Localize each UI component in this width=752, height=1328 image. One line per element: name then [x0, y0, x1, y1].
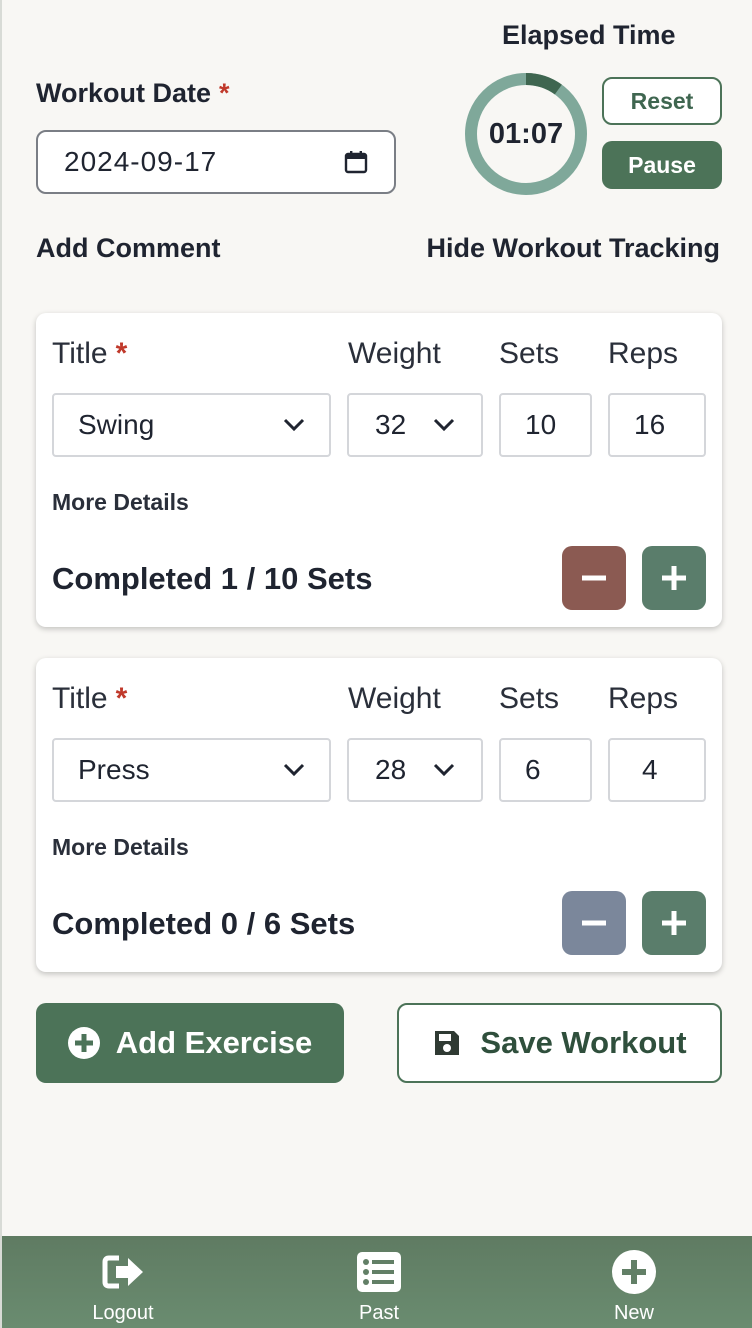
reps-input[interactable]: 16	[608, 393, 706, 457]
sets-input[interactable]: 6	[499, 738, 592, 802]
nav-new[interactable]: New	[574, 1236, 694, 1328]
plus-icon	[662, 911, 686, 935]
increment-set-button[interactable]	[642, 891, 706, 955]
nav-logout[interactable]: Logout	[63, 1236, 183, 1328]
floppy-disk-icon	[435, 1031, 460, 1055]
reps-header: Reps	[608, 682, 679, 715]
logout-icon	[102, 1255, 143, 1289]
add-exercise-button[interactable]: Add Exercise	[36, 1003, 344, 1083]
add-exercise-label: Add Exercise	[115, 1025, 313, 1060]
weight-select[interactable]: 32	[347, 393, 483, 457]
workout-date-label: Workout Date *	[36, 78, 230, 108]
weight-header: Weight	[348, 682, 441, 715]
title-header: Title *	[52, 337, 128, 370]
weight-header: Weight	[348, 337, 441, 370]
required-mark: *	[219, 78, 230, 108]
title-header: Title *	[52, 682, 128, 715]
plus-circle-icon	[612, 1250, 656, 1294]
nav-new-label: New	[613, 1302, 654, 1324]
chevron-down-icon	[283, 763, 305, 777]
minus-icon	[582, 920, 606, 926]
exercise-card: Title * Weight Sets Reps Press 28 6 4 Mor…	[36, 658, 722, 972]
completed-sets-text: Completed 0 / 6 Sets	[52, 906, 356, 941]
reset-button[interactable]: Reset	[602, 77, 722, 125]
reps-input[interactable]: 4	[608, 738, 706, 802]
elapsed-time-label: Elapsed Time	[502, 20, 676, 50]
exercise-card: Title * Weight Sets Reps Swing 32 10 16 M…	[36, 313, 722, 627]
chevron-down-icon	[433, 763, 455, 777]
hide-workout-tracking-link[interactable]: Hide Workout Tracking	[426, 233, 720, 264]
chevron-down-icon	[433, 418, 455, 432]
pause-button[interactable]: Pause	[602, 141, 722, 189]
nav-logout-label: Logout	[92, 1302, 154, 1324]
sets-header: Sets	[499, 682, 560, 715]
plus-icon	[662, 566, 686, 590]
reps-header: Reps	[608, 337, 679, 370]
more-details-link[interactable]: More Details	[52, 489, 189, 516]
save-workout-button[interactable]: Save Workout	[397, 1003, 722, 1083]
increment-set-button[interactable]	[642, 546, 706, 610]
chevron-down-icon	[283, 418, 305, 432]
more-details-link[interactable]: More Details	[52, 834, 189, 861]
nav-past-label: Past	[358, 1302, 400, 1324]
workout-date-value: 2024-09-17	[64, 146, 218, 177]
bottom-nav: Logout Past New	[2, 1236, 752, 1328]
add-comment-link[interactable]: Add Comment	[36, 233, 221, 264]
plus-circle-icon	[67, 1027, 100, 1059]
title-select[interactable]: Press	[52, 738, 331, 802]
timer-display: 01:07	[488, 117, 564, 150]
title-select[interactable]: Swing	[52, 393, 331, 457]
nav-past[interactable]: Past	[319, 1236, 439, 1328]
workout-date-input[interactable]: 2024-09-17	[36, 130, 396, 194]
save-workout-label: Save Workout	[480, 1025, 687, 1060]
calendar-icon[interactable]	[344, 150, 368, 174]
decrement-set-button[interactable]	[562, 891, 626, 955]
weight-select[interactable]: 28	[347, 738, 483, 802]
decrement-set-button[interactable]	[562, 546, 626, 610]
sets-input[interactable]: 10	[499, 393, 592, 457]
completed-sets-text: Completed 1 / 10 Sets	[52, 561, 373, 596]
sets-header: Sets	[499, 337, 560, 370]
minus-icon	[582, 575, 606, 581]
list-icon	[357, 1252, 401, 1292]
